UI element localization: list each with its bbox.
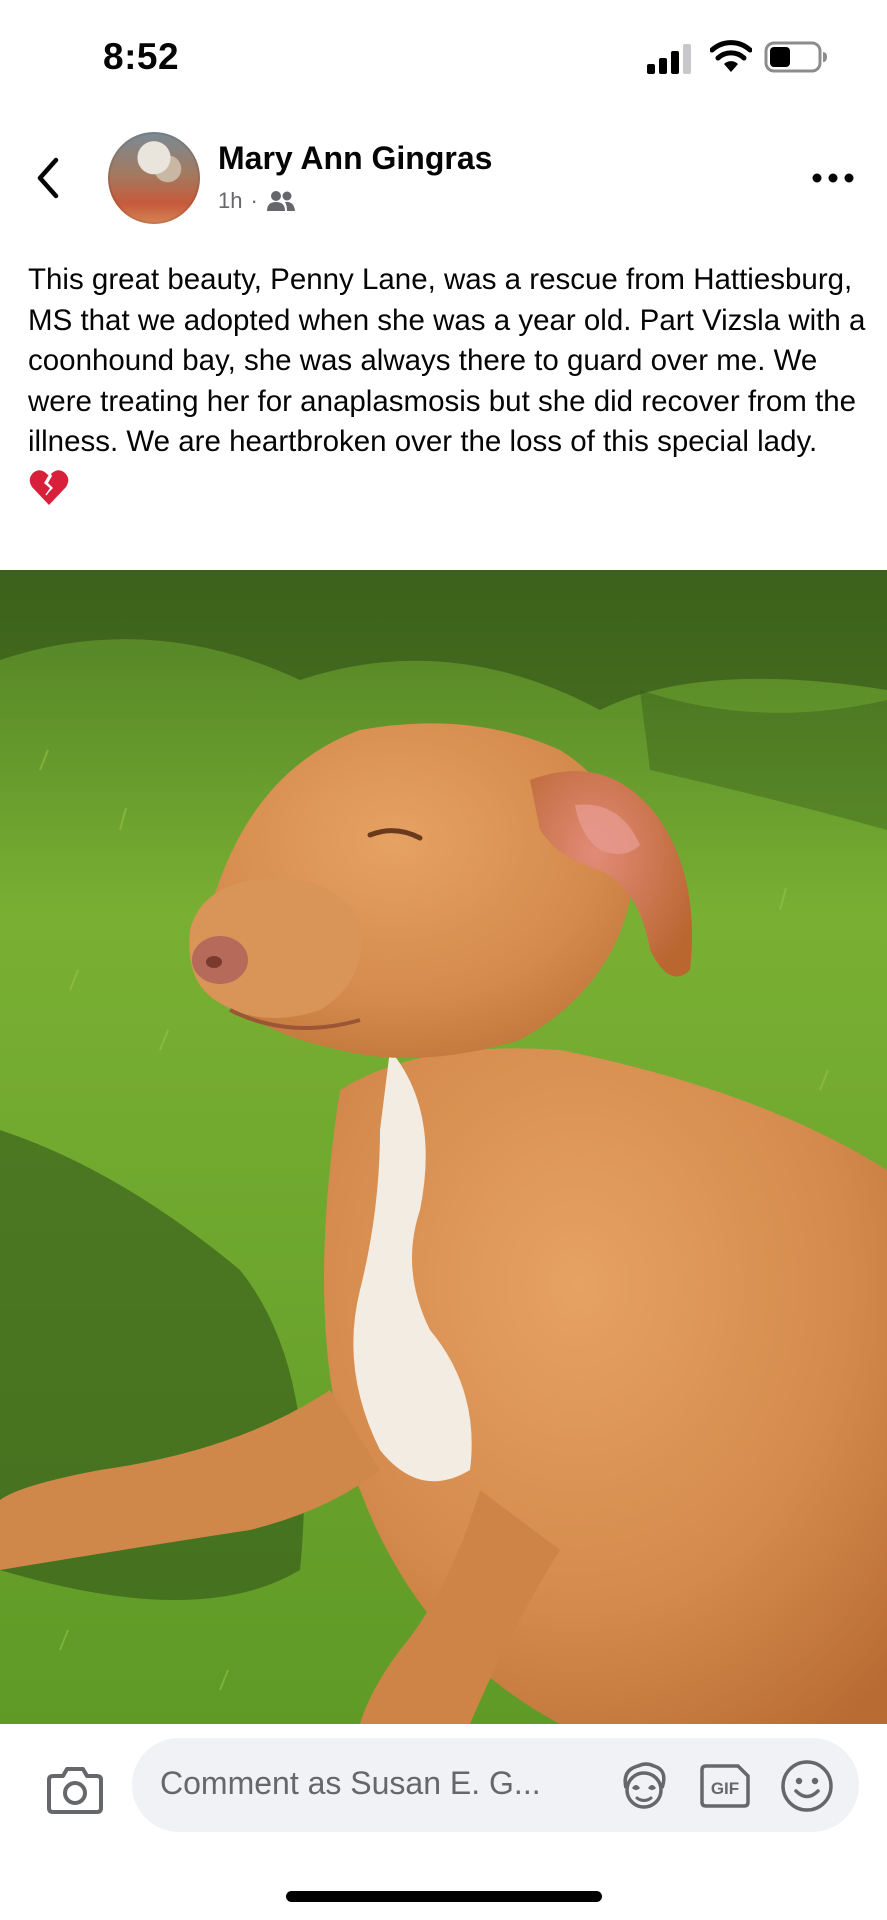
gif-button[interactable]: GIF <box>698 1762 752 1810</box>
broken-heart-icon <box>29 470 69 505</box>
post-meta: 1h · <box>218 188 296 214</box>
gif-icon: GIF <box>700 1764 750 1808</box>
home-indicator[interactable] <box>286 1891 602 1902</box>
author-name[interactable]: Mary Ann Gingras <box>218 140 492 177</box>
comment-bar: Comment as Susan E. G... GIF <box>0 1724 887 1920</box>
avatar-sticker-icon[interactable] <box>616 1758 672 1814</box>
camera-icon[interactable] <box>45 1762 105 1818</box>
comment-placeholder: Comment as Susan E. G... <box>160 1765 541 1801</box>
wifi-icon <box>710 40 752 72</box>
caption-text: This great beauty, Penny Lane, was a res… <box>28 263 866 459</box>
post-screen: 8:52 Mary Ann Gingras 1h · This great be… <box>0 0 887 1920</box>
friends-icon <box>266 191 295 211</box>
author-avatar[interactable] <box>108 132 200 224</box>
gif-label: GIF <box>711 1779 739 1798</box>
cellular-signal-icon <box>647 44 691 74</box>
post-time[interactable]: 1h <box>218 188 242 214</box>
post-header: Mary Ann Gingras 1h · <box>0 118 887 238</box>
post-caption: This great beauty, Penny Lane, was a res… <box>28 260 868 509</box>
comment-input[interactable]: Comment as Susan E. G... GIF <box>132 1738 859 1832</box>
meta-separator: · <box>250 188 258 213</box>
back-arrow-icon[interactable] <box>28 148 76 208</box>
status-time: 8:52 <box>103 36 180 77</box>
dog-photo <box>0 570 887 1724</box>
more-options-icon[interactable] <box>808 158 858 198</box>
emoji-icon[interactable] <box>779 1758 835 1814</box>
battery-icon <box>764 41 827 73</box>
post-photo[interactable] <box>0 570 887 1724</box>
status-bar: 8:52 <box>0 0 887 118</box>
